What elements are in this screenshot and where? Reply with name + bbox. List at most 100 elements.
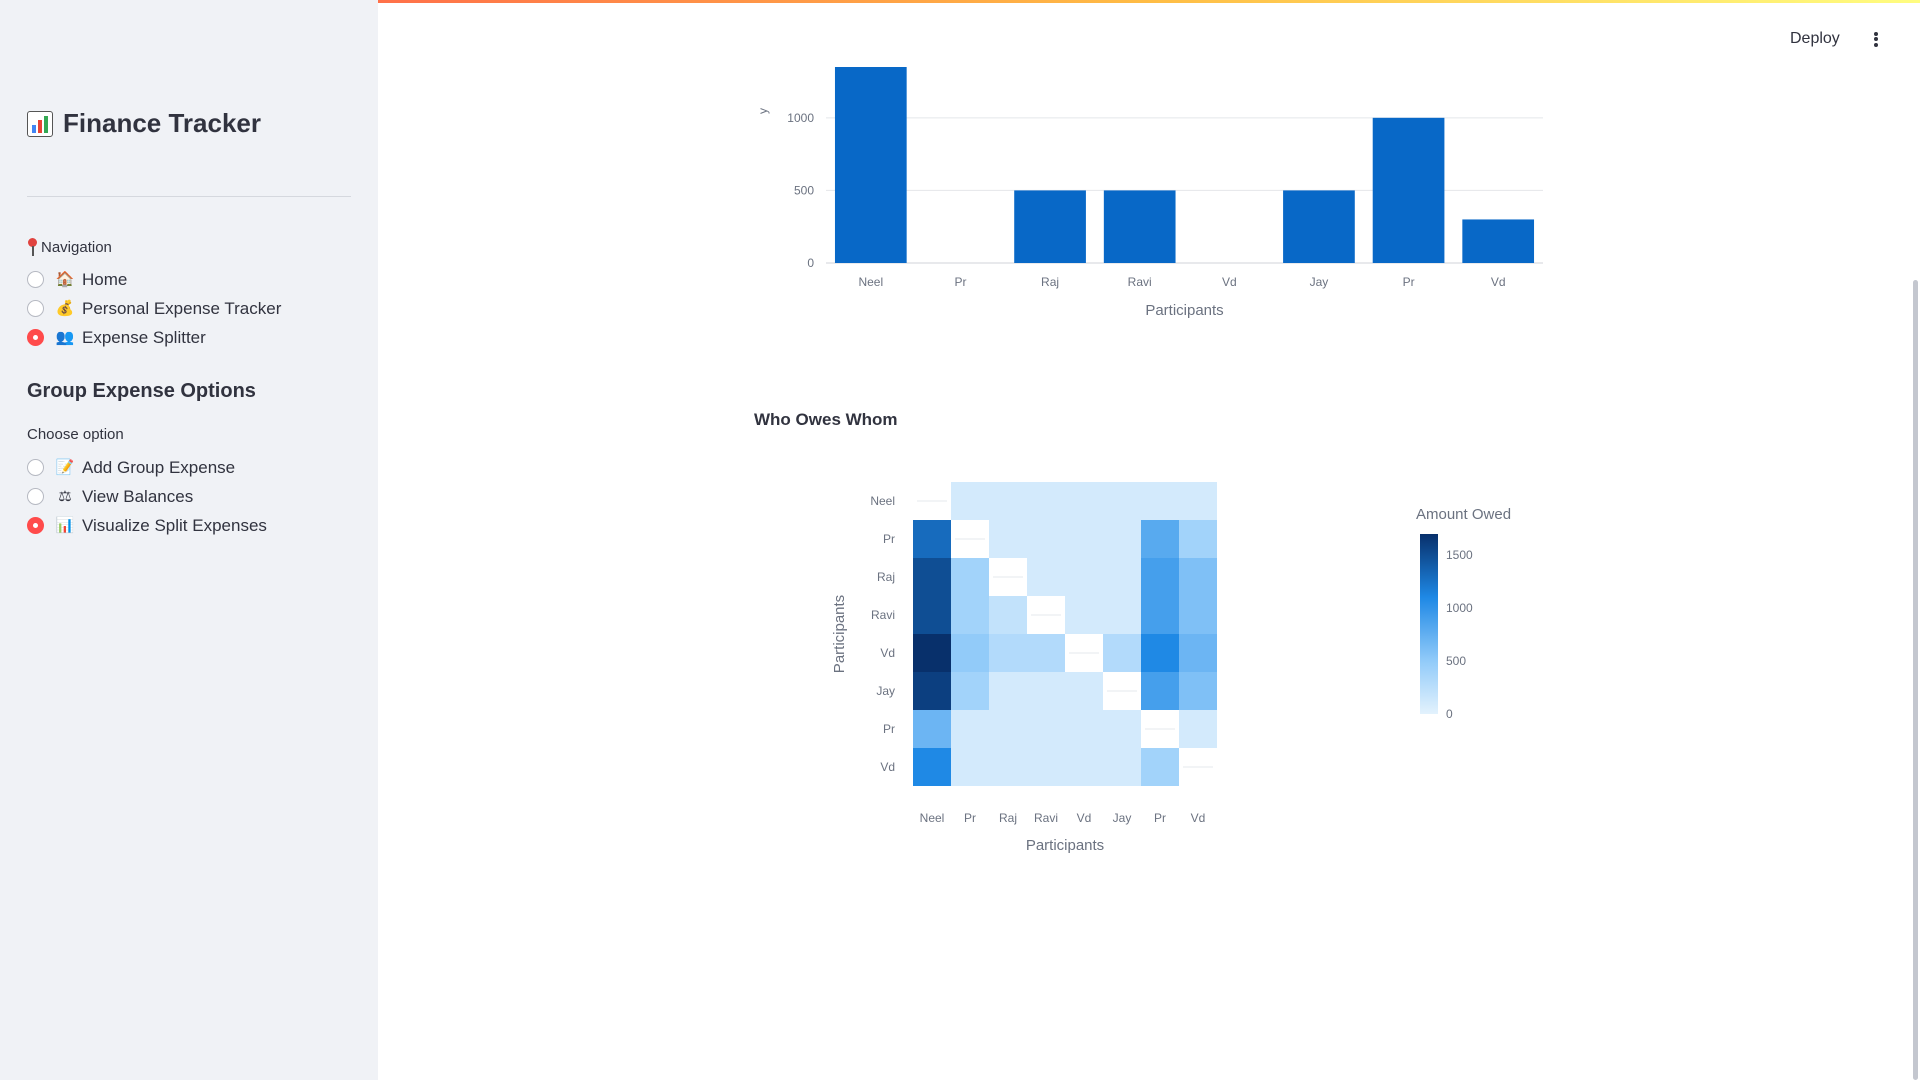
bar-chart-xtick-label: Ravi — [1128, 275, 1152, 289]
heatmap-cell — [1065, 748, 1103, 786]
heatmap-cell — [1179, 520, 1217, 558]
heatmap-cell — [1103, 482, 1141, 520]
heatmap-cell — [913, 672, 951, 710]
colorbar-tick-label: 1500 — [1446, 548, 1473, 562]
colorbar — [1420, 534, 1438, 714]
bar-chart-ytick-label: 1000 — [787, 111, 814, 125]
heatmap-cell — [989, 482, 1027, 520]
heatmap-cell — [1141, 748, 1179, 786]
heatmap-cell — [1179, 558, 1217, 596]
heatmap-xtick-label: Vd — [1077, 811, 1092, 825]
heatmap-cell — [1141, 596, 1179, 634]
bar-chart-bar — [1283, 190, 1355, 263]
heatmap-cell — [1179, 710, 1217, 748]
heatmap-cell — [913, 520, 951, 558]
heatmap-cell — [989, 520, 1027, 558]
bar-chart-xtick-label: Jay — [1310, 275, 1329, 289]
heatmap-ytick-label: Pr — [883, 532, 895, 546]
bar-chart-bar — [834, 67, 907, 263]
heatmap-ytick-label: Neel — [870, 494, 895, 508]
colorbar-tick-label: 0 — [1446, 707, 1453, 721]
heatmap-cell — [1141, 520, 1179, 558]
heatmap-cell — [1065, 520, 1103, 558]
heatmap-cell — [989, 596, 1027, 634]
heatmap-ytick-label: Vd — [880, 760, 895, 774]
heatmap-xtick-label: Pr — [964, 811, 976, 825]
bar-chart-xtick-label: Pr — [1403, 275, 1415, 289]
heatmap-cell — [1027, 710, 1065, 748]
heatmap-cell — [1179, 672, 1217, 710]
bar-chart-yaxis-title: y — [756, 108, 770, 114]
heatmap-cell — [1065, 558, 1103, 596]
heatmap-cell — [951, 634, 989, 672]
heatmap-cell — [989, 634, 1027, 672]
heatmap-cell — [951, 558, 989, 596]
heatmap-cell — [1027, 634, 1065, 672]
heatmap-cell — [1065, 672, 1103, 710]
heatmap-ytick-label: Vd — [880, 646, 895, 660]
heatmap-ytick-label: Jay — [876, 684, 895, 698]
colorbar-title: Amount Owed — [1416, 506, 1511, 523]
heatmap-cell — [989, 672, 1027, 710]
heatmap-xtick-label: Neel — [920, 811, 945, 825]
heatmap-cell — [1103, 558, 1141, 596]
colorbar-tick-label: 1000 — [1446, 601, 1473, 615]
bar-chart-xtick-label: Pr — [954, 275, 966, 289]
bar-chart-ytick-label: 0 — [807, 256, 814, 270]
bar-chart-bar — [1462, 219, 1535, 263]
bar-chart-bar — [1103, 190, 1176, 263]
heatmap-xtick-label: Jay — [1113, 811, 1132, 825]
heatmap-cell — [1103, 634, 1141, 672]
heatmap-cell — [951, 672, 989, 710]
heatmap-cell — [1141, 482, 1179, 520]
bar-chart-xtick-label: Vd — [1491, 275, 1506, 289]
heatmap-cell — [1141, 634, 1179, 672]
heatmap-ytick-label: Ravi — [871, 608, 895, 622]
heatmap-xtick-label: Raj — [999, 811, 1017, 825]
heatmap-xtick-label: Vd — [1191, 811, 1206, 825]
heatmap-yaxis-title: Participants — [831, 595, 848, 673]
heatmap-ytick-label: Raj — [877, 570, 895, 584]
heatmap-cell — [913, 558, 951, 596]
heatmap-cell — [1103, 710, 1141, 748]
heatmap-cell — [1027, 672, 1065, 710]
heatmap-cell — [1027, 520, 1065, 558]
heatmap-cell — [1141, 558, 1179, 596]
heatmap-cell — [1027, 558, 1065, 596]
heatmap-cell — [1027, 482, 1065, 520]
heatmap-cell — [913, 710, 951, 748]
heatmap-cell — [913, 634, 951, 672]
heatmap-xtick-label: Ravi — [1034, 811, 1058, 825]
heatmap-cell — [1141, 672, 1179, 710]
bar-chart-bar — [1372, 117, 1445, 263]
heatmap-cell — [1065, 710, 1103, 748]
heatmap-xtick-label: Pr — [1154, 811, 1166, 825]
heatmap-cell — [951, 748, 989, 786]
heatmap-cell — [1103, 520, 1141, 558]
heatmap-xaxis-title: Participants — [1026, 837, 1104, 854]
heatmap-cell — [1065, 482, 1103, 520]
heatmap-cell — [1027, 748, 1065, 786]
heatmap-cell — [989, 748, 1027, 786]
bar-chart-bar — [1014, 190, 1086, 263]
bar-chart-xtick-label: Vd — [1222, 275, 1237, 289]
heatmap-cell — [1103, 596, 1141, 634]
heatmap-ytick-label: Pr — [883, 722, 895, 736]
heatmap-cell — [951, 710, 989, 748]
bar-chart-xtick-label: Neel — [858, 275, 883, 289]
heatmap-cell — [951, 596, 989, 634]
heatmap-cell — [1103, 748, 1141, 786]
heatmap-cell — [1065, 596, 1103, 634]
heatmap-cell — [1179, 482, 1217, 520]
colorbar-tick-label: 500 — [1446, 654, 1466, 668]
bar-chart-xaxis-title: Participants — [1145, 302, 1223, 319]
heatmap-cell — [989, 710, 1027, 748]
charts-canvas: 0 500 1000 Neel Pr Raj Ravi Vd Jay Pr Vd Participan… — [756, 67, 1543, 854]
heatmap-cell — [913, 596, 951, 634]
bar-chart-ytick-label: 500 — [794, 183, 814, 197]
bar-chart-xtick-label: Raj — [1041, 275, 1059, 289]
heatmap-cell — [1179, 596, 1217, 634]
heatmap-cell — [1179, 634, 1217, 672]
heatmap-cell — [951, 482, 989, 520]
heatmap-cell — [913, 748, 951, 786]
